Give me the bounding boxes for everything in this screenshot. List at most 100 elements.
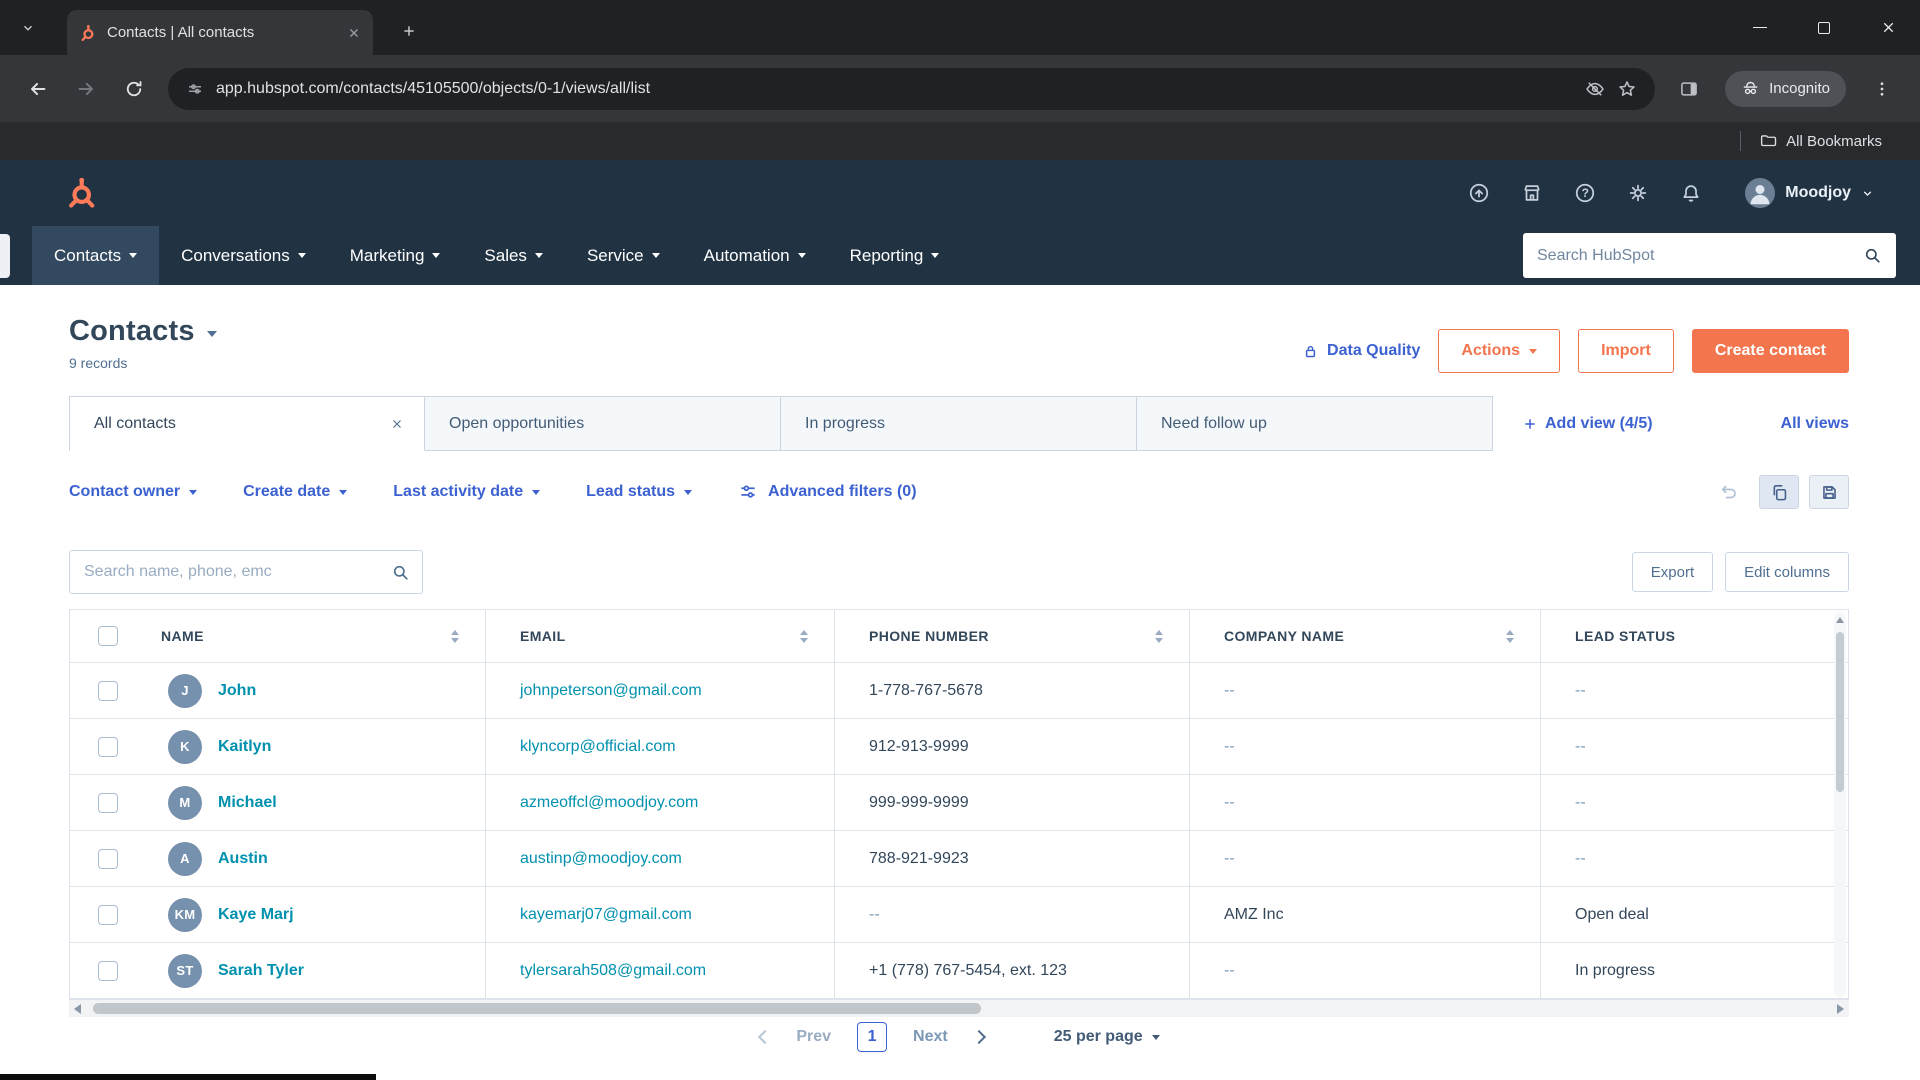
scroll-right-arrow-icon[interactable] (1837, 1004, 1844, 1014)
settings-gear-icon[interactable] (1627, 182, 1649, 204)
copy-view-button[interactable] (1759, 475, 1799, 509)
contact-name-link[interactable]: Kaye Marj (218, 906, 294, 924)
row-checkbox[interactable] (98, 736, 118, 757)
edit-columns-button[interactable]: Edit columns (1725, 552, 1849, 592)
page-1-button[interactable]: 1 (857, 1022, 888, 1052)
vertical-scroll-thumb[interactable] (1836, 632, 1844, 792)
nav-item-marketing[interactable]: Marketing (328, 226, 463, 285)
export-button[interactable]: Export (1631, 552, 1714, 592)
close-button[interactable] (1856, 0, 1920, 55)
browser-menu-button[interactable] (1860, 67, 1904, 111)
contact-email-link[interactable]: tylersarah508@gmail.com (520, 962, 706, 980)
chevron-left-icon[interactable] (758, 1029, 773, 1045)
save-view-button[interactable] (1809, 475, 1849, 509)
horizontal-scroll-thumb[interactable] (93, 1003, 981, 1014)
filter-contact-owner[interactable]: Contact owner (69, 483, 198, 501)
contact-name-link[interactable]: Kaitlyn (218, 738, 271, 756)
contact-name-link[interactable]: Austin (218, 850, 268, 868)
prev-button[interactable]: Prev (796, 1028, 831, 1046)
minimize-button[interactable] (1728, 0, 1792, 55)
filter-last-activity-date[interactable]: Last activity date (393, 483, 541, 501)
next-button[interactable]: Next (913, 1028, 948, 1046)
filter-lead-status[interactable]: Lead status (586, 483, 693, 501)
actions-button[interactable]: Actions (1438, 329, 1561, 373)
new-tab-button[interactable] (392, 14, 426, 48)
hubspot-logo[interactable] (64, 176, 98, 210)
row-checkbox[interactable] (98, 680, 118, 701)
maximize-button[interactable] (1792, 0, 1856, 55)
per-page-select[interactable]: 25 per page (1054, 1028, 1160, 1046)
data-quality-link[interactable]: Data Quality (1302, 342, 1420, 360)
contact-email-link[interactable]: klyncorp@official.com (520, 738, 676, 756)
nav-item-automation[interactable]: Automation (682, 226, 828, 285)
contact-name-link[interactable]: Michael (218, 794, 277, 812)
row-checkbox[interactable] (98, 848, 118, 869)
view-tab-open-opportunities[interactable]: Open opportunities (425, 396, 781, 451)
reload-button[interactable] (112, 67, 156, 111)
column-header-lead-status[interactable]: LEAD STATUS (1540, 610, 1848, 662)
tab-close-icon[interactable] (347, 26, 361, 40)
scroll-up-arrow-icon[interactable] (1836, 617, 1844, 623)
row-checkbox[interactable] (98, 792, 118, 813)
create-contact-button[interactable]: Create contact (1691, 329, 1849, 373)
contact-name-link[interactable]: John (218, 682, 256, 700)
contact-name-link[interactable]: Sarah Tyler (218, 962, 304, 980)
select-all-checkbox[interactable] (98, 626, 118, 646)
contact-email-link[interactable]: austinp@moodjoy.com (520, 850, 682, 868)
add-view-link[interactable]: Add view (4/5) (1523, 415, 1653, 433)
nav-item-contacts[interactable]: Contacts (32, 226, 160, 285)
filter-create-date[interactable]: Create date (243, 483, 348, 501)
chevron-down-icon (931, 253, 940, 258)
notifications-bell-icon[interactable] (1680, 182, 1702, 204)
view-tab-in-progress[interactable]: In progress (781, 396, 1137, 451)
account-menu[interactable]: Moodjoy (1745, 178, 1874, 208)
sort-icon[interactable] (451, 629, 459, 643)
vertical-scrollbar[interactable] (1834, 612, 1846, 997)
upgrade-icon[interactable] (1468, 182, 1490, 204)
help-icon[interactable] (1574, 182, 1596, 204)
sort-icon[interactable] (1155, 629, 1163, 643)
tab-search-button[interactable] (12, 12, 44, 44)
site-info-icon[interactable] (186, 80, 204, 98)
table-search-input[interactable] (84, 563, 383, 581)
row-checkbox[interactable] (98, 904, 118, 925)
row-checkbox[interactable] (98, 960, 118, 981)
view-tab-label: In progress (805, 414, 886, 432)
all-views-link[interactable]: All views (1781, 415, 1849, 433)
nav-item-conversations[interactable]: Conversations (159, 226, 328, 285)
column-header-name[interactable]: NAME (146, 610, 485, 662)
url-bar[interactable]: app.hubspot.com/contacts/45105500/object… (168, 67, 1656, 110)
contact-email-link[interactable]: azmeoffcl@moodjoy.com (520, 794, 698, 812)
horizontal-scrollbar[interactable] (69, 1000, 1849, 1017)
close-icon[interactable] (390, 417, 404, 431)
global-search[interactable] (1523, 233, 1896, 278)
bookmark-star-icon[interactable] (1617, 79, 1637, 99)
side-panel-button[interactable] (1667, 67, 1711, 111)
column-header-email[interactable]: EMAIL (485, 610, 834, 662)
forward-button[interactable] (64, 67, 108, 111)
contact-email-link[interactable]: kayemarj07@gmail.com (520, 906, 692, 924)
nav-item-reporting[interactable]: Reporting (828, 226, 962, 285)
view-tab-all-contacts[interactable]: All contacts (69, 396, 425, 451)
table-search[interactable] (69, 550, 423, 594)
all-bookmarks-button[interactable]: All Bookmarks (1759, 132, 1882, 150)
scroll-left-arrow-icon[interactable] (74, 1004, 81, 1014)
sort-icon[interactable] (1506, 629, 1514, 643)
import-button[interactable]: Import (1578, 329, 1674, 373)
advanced-filters-link[interactable]: Advanced filters (0) (738, 482, 917, 502)
marketplace-icon[interactable] (1521, 182, 1543, 204)
eye-off-icon[interactable] (1585, 79, 1605, 99)
column-header-company[interactable]: COMPANY NAME (1189, 610, 1540, 662)
title-caret-icon[interactable] (206, 330, 217, 337)
contact-email-link[interactable]: johnpeterson@gmail.com (520, 682, 702, 700)
back-button[interactable] (16, 67, 60, 111)
chevron-right-icon[interactable] (971, 1029, 986, 1045)
global-search-input[interactable] (1537, 246, 1853, 265)
nav-item-service[interactable]: Service (565, 226, 682, 285)
column-header-phone[interactable]: PHONE NUMBER (834, 610, 1189, 662)
sort-icon[interactable] (800, 629, 808, 643)
browser-tab[interactable]: Contacts | All contacts (67, 10, 373, 55)
view-tab-need-follow-up[interactable]: Need follow up (1137, 396, 1493, 451)
undo-button[interactable] (1709, 475, 1749, 509)
nav-item-sales[interactable]: Sales (462, 226, 565, 285)
